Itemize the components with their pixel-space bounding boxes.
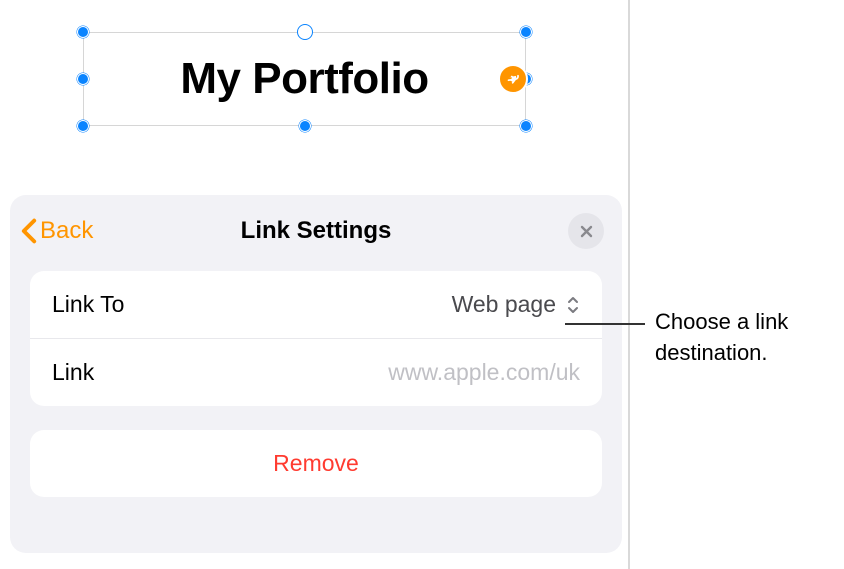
resize-handle-tl[interactable] — [77, 26, 89, 38]
remove-button[interactable]: Remove — [30, 430, 602, 497]
callout-leader-line — [565, 323, 645, 325]
editor-pane: My Portfolio — [0, 0, 630, 569]
selection-bounds — [83, 32, 526, 126]
link-url-value[interactable]: www.apple.com/uk — [388, 359, 580, 386]
link-to-value: Web page — [452, 291, 556, 318]
panel-header: Back Link Settings — [10, 213, 622, 253]
link-to-value-wrap: Web page — [452, 291, 580, 318]
rotate-handle[interactable] — [297, 24, 313, 40]
resize-handle-br[interactable] — [520, 120, 532, 132]
chevron-up-down-icon — [566, 294, 580, 316]
link-to-row[interactable]: Link To Web page — [30, 271, 602, 338]
resize-handle-ml[interactable] — [77, 73, 89, 85]
link-url-label: Link — [52, 359, 94, 386]
selected-text-box[interactable]: My Portfolio — [83, 32, 526, 126]
close-button[interactable] — [568, 213, 604, 249]
resize-handle-tr[interactable] — [520, 26, 532, 38]
resize-handle-bm[interactable] — [299, 120, 311, 132]
settings-group: Link To Web page Link www.apple.com/uk — [30, 271, 602, 406]
link-url-row[interactable]: Link www.apple.com/uk — [30, 338, 602, 406]
link-settings-panel: Back Link Settings Link To Web page — [10, 195, 622, 553]
resize-handle-bl[interactable] — [77, 120, 89, 132]
link-indicator-icon[interactable] — [498, 64, 528, 94]
remove-group: Remove — [30, 430, 602, 497]
callout-text: Choose a link destination. — [655, 307, 835, 369]
panel-title: Link Settings — [10, 217, 622, 245]
link-to-label: Link To — [52, 291, 124, 318]
